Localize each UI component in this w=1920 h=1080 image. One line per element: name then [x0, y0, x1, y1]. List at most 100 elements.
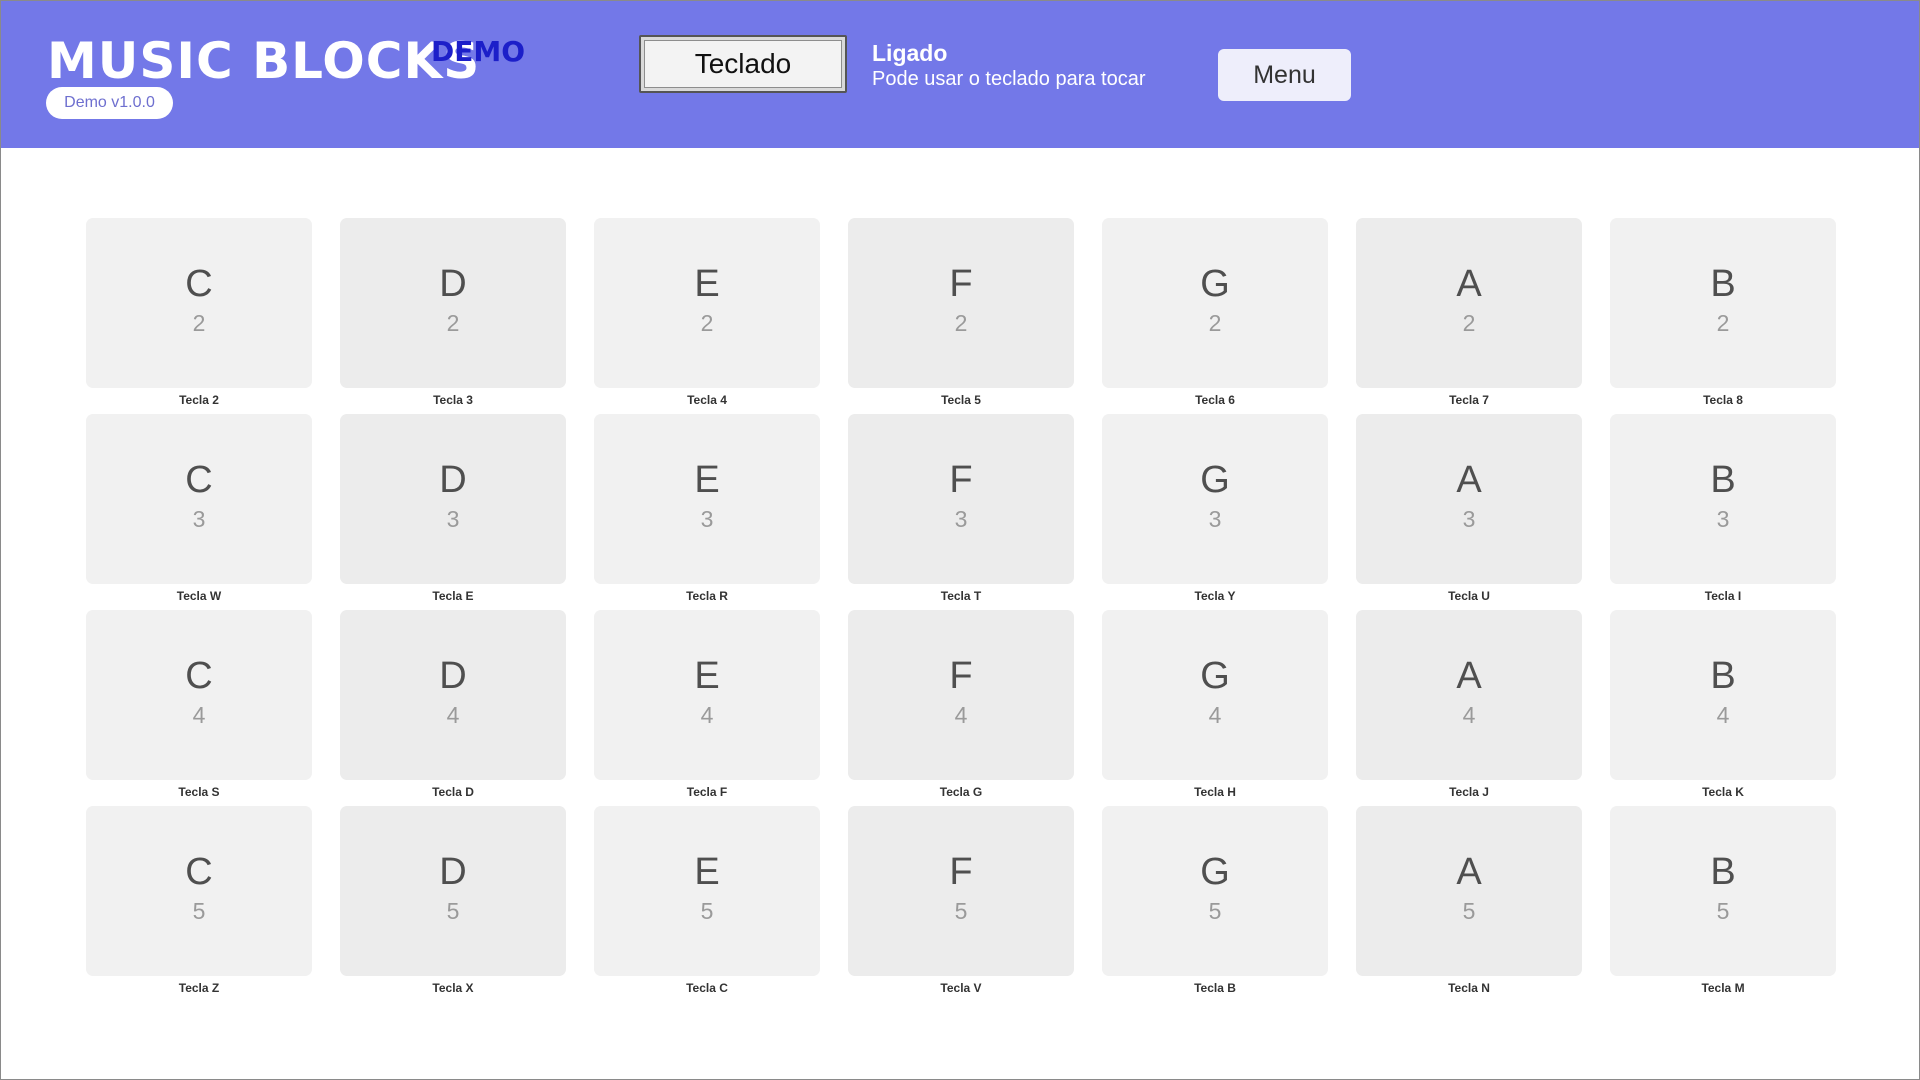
- app-logo: MUSIC BLOCKS: [47, 32, 481, 90]
- keyboard-shortcut-label: Tecla 5: [941, 393, 981, 407]
- version-badge: Demo v1.0.0: [46, 87, 173, 119]
- note-cell: F 3 Tecla T: [848, 414, 1074, 610]
- keyboard-shortcut-label: Tecla F: [686, 785, 728, 799]
- note-name: B: [1710, 263, 1736, 305]
- note-name: C: [185, 459, 213, 501]
- note-block-button[interactable]: E5: [594, 806, 820, 976]
- note-block-button[interactable]: D3: [340, 414, 566, 584]
- note-octave: 5: [700, 898, 714, 924]
- note-octave: 2: [700, 310, 714, 336]
- note-cell: E 4 Tecla F: [594, 610, 820, 806]
- note-cell: E 5 Tecla C: [594, 806, 820, 1002]
- keyboard-shortcut-label: Tecla 2: [179, 393, 219, 407]
- keyboard-toggle-button[interactable]: Teclado: [639, 35, 847, 93]
- note-name: G: [1200, 851, 1230, 893]
- keyboard-shortcut-label: Tecla 6: [1195, 393, 1235, 407]
- note-octave: 2: [192, 310, 206, 336]
- keyboard-status-subtitle: Pode usar o teclado para tocar: [872, 68, 1146, 90]
- note-block-button[interactable]: D2: [340, 218, 566, 388]
- note-cell: B 2 Tecla 8: [1610, 218, 1836, 414]
- note-cell: D 5 Tecla X: [340, 806, 566, 1002]
- note-block-button[interactable]: F3: [848, 414, 1074, 584]
- keyboard-shortcut-label: Tecla S: [178, 785, 220, 799]
- keyboard-shortcut-label: Tecla K: [1702, 785, 1744, 799]
- note-block-button[interactable]: G5: [1102, 806, 1328, 976]
- note-cell: D 3 Tecla E: [340, 414, 566, 610]
- note-octave: 5: [446, 898, 460, 924]
- note-block-button[interactable]: G4: [1102, 610, 1328, 780]
- keyboard-status-title: Ligado: [872, 40, 948, 66]
- note-block-button[interactable]: B4: [1610, 610, 1836, 780]
- note-octave: 3: [1462, 506, 1476, 532]
- note-block-button[interactable]: C2: [86, 218, 312, 388]
- note-block-button[interactable]: C5: [86, 806, 312, 976]
- note-block-button[interactable]: B3: [1610, 414, 1836, 584]
- note-octave: 5: [1208, 898, 1222, 924]
- note-name: G: [1200, 459, 1230, 501]
- note-cell: B 3 Tecla I: [1610, 414, 1836, 610]
- note-octave: 4: [1208, 702, 1222, 728]
- note-cell: F 2 Tecla 5: [848, 218, 1074, 414]
- note-octave: 3: [1208, 506, 1222, 532]
- note-octave: 5: [192, 898, 206, 924]
- note-block-button[interactable]: E2: [594, 218, 820, 388]
- note-octave: 3: [700, 506, 714, 532]
- note-block-button[interactable]: C4: [86, 610, 312, 780]
- note-block-button[interactable]: E4: [594, 610, 820, 780]
- note-block-button[interactable]: A3: [1356, 414, 1582, 584]
- keyboard-shortcut-label: Tecla 8: [1703, 393, 1743, 407]
- keyboard-shortcut-label: Tecla M: [1701, 981, 1745, 995]
- note-name: F: [949, 263, 973, 305]
- keyboard-shortcut-label: Tecla V: [940, 981, 982, 995]
- note-block-button[interactable]: C3: [86, 414, 312, 584]
- note-name: E: [694, 459, 720, 501]
- note-name: B: [1710, 655, 1736, 697]
- note-cell: E 3 Tecla R: [594, 414, 820, 610]
- note-block-button[interactable]: G2: [1102, 218, 1328, 388]
- note-cell: G 5 Tecla B: [1102, 806, 1328, 1002]
- note-block-button[interactable]: F4: [848, 610, 1074, 780]
- note-octave: 5: [1462, 898, 1476, 924]
- note-block-button[interactable]: F2: [848, 218, 1074, 388]
- keyboard-shortcut-label: Tecla 3: [433, 393, 473, 407]
- menu-button[interactable]: Menu: [1218, 49, 1351, 101]
- note-block-button[interactable]: B2: [1610, 218, 1836, 388]
- note-name: D: [439, 851, 467, 893]
- keyboard-shortcut-label: Tecla W: [176, 589, 222, 603]
- keyboard-shortcut-label: Tecla D: [432, 785, 474, 799]
- note-block-button[interactable]: A2: [1356, 218, 1582, 388]
- note-block-button[interactable]: G3: [1102, 414, 1328, 584]
- note-block-button[interactable]: E3: [594, 414, 820, 584]
- note-block-button[interactable]: D4: [340, 610, 566, 780]
- note-cell: G 4 Tecla H: [1102, 610, 1328, 806]
- note-block-button[interactable]: B5: [1610, 806, 1836, 976]
- note-name: F: [949, 459, 973, 501]
- keyboard-shortcut-label: Tecla U: [1448, 589, 1490, 603]
- header-bar: MUSIC BLOCKS DEMO Demo v1.0.0 Teclado Li…: [1, 1, 1919, 148]
- note-octave: 2: [1462, 310, 1476, 336]
- note-cell: A 5 Tecla N: [1356, 806, 1582, 1002]
- note-block-button[interactable]: D5: [340, 806, 566, 976]
- note-cell: C 4 Tecla S: [86, 610, 312, 806]
- note-cell: A 4 Tecla J: [1356, 610, 1582, 806]
- note-block-button[interactable]: A4: [1356, 610, 1582, 780]
- note-name: E: [694, 655, 720, 697]
- note-octave: 3: [954, 506, 968, 532]
- note-name: E: [694, 263, 720, 305]
- note-name: A: [1456, 263, 1482, 305]
- note-block-grid: C 2 Tecla 2 D 2 Tecla 3 E 2 Tecla 4 F 2 Tecla 5 G 2 Te…: [86, 218, 1836, 1002]
- note-block-button[interactable]: A5: [1356, 806, 1582, 976]
- note-name: E: [694, 851, 720, 893]
- note-cell: A 2 Tecla 7: [1356, 218, 1582, 414]
- note-octave: 2: [446, 310, 460, 336]
- note-name: G: [1200, 655, 1230, 697]
- note-cell: G 3 Tecla Y: [1102, 414, 1328, 610]
- keyboard-shortcut-label: Tecla G: [939, 785, 983, 799]
- note-name: C: [185, 263, 213, 305]
- app-window: MUSIC BLOCKS DEMO Demo v1.0.0 Teclado Li…: [0, 0, 1920, 1080]
- note-name: B: [1710, 851, 1736, 893]
- note-octave: 4: [700, 702, 714, 728]
- note-cell: C 3 Tecla W: [86, 414, 312, 610]
- note-octave: 3: [192, 506, 206, 532]
- note-block-button[interactable]: F5: [848, 806, 1074, 976]
